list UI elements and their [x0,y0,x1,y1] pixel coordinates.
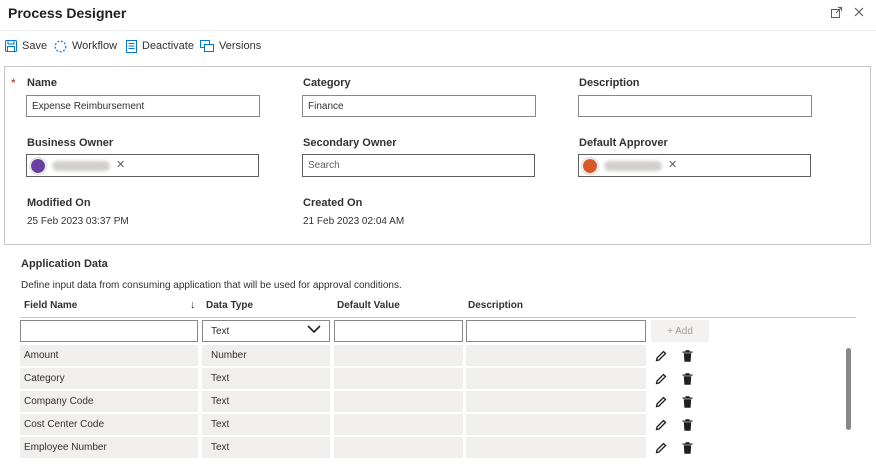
close-icon[interactable] [850,3,868,21]
description-label: Description [579,77,640,89]
data-type-cell[interactable]: Text [202,368,330,389]
description-field[interactable] [578,95,812,117]
delete-icon[interactable] [680,372,694,386]
versions-icon [200,40,214,52]
redacted-name [604,160,662,171]
delete-icon[interactable] [680,441,694,455]
popout-icon[interactable] [827,3,845,21]
created-on-value: 21 Feb 2023 02:04 AM [303,216,405,227]
edit-icon[interactable] [654,349,668,363]
new-default-value-input[interactable] [334,320,463,342]
default-approver-picker[interactable]: ✕ [578,154,811,177]
description-cell[interactable] [466,437,646,458]
data-type-cell[interactable]: Text [202,391,330,412]
edit-icon[interactable] [654,395,668,409]
column-header-field-name[interactable]: Field Name [24,300,77,311]
avatar [30,157,46,174]
modified-on-label: Modified On [27,197,91,209]
description-cell[interactable] [466,345,646,366]
default-approver-label: Default Approver [579,137,668,149]
category-value: Finance [308,100,344,112]
category-field[interactable]: Finance [302,95,536,117]
delete-icon[interactable] [680,349,694,363]
created-on-label: Created On [303,197,363,209]
edit-icon[interactable] [654,441,668,455]
secondary-owner-search-input[interactable]: Search [302,154,535,177]
window-title: Process Designer [8,5,127,21]
sort-down-icon[interactable]: ↓ [190,299,196,311]
deactivate-label: Deactivate [142,40,194,52]
delete-icon[interactable] [680,395,694,409]
default-value-cell[interactable] [334,414,463,435]
business-owner-picker[interactable]: ✕ [26,154,259,177]
delete-icon[interactable] [680,418,694,432]
edit-icon[interactable] [654,372,668,386]
business-owner-label: Business Owner [27,137,114,149]
edit-icon[interactable] [654,418,668,432]
default-approver-chip[interactable]: ✕ [582,157,677,175]
workflow-button[interactable]: Workflow [54,38,117,54]
field-name-cell[interactable]: Amount [20,345,198,366]
remove-owner-icon[interactable]: ✕ [116,160,125,171]
modified-on-value: 25 Feb 2023 03:37 PM [27,216,129,227]
save-button[interactable]: Save [5,38,47,54]
default-value-cell[interactable] [334,391,463,412]
chevron-down-icon [307,325,321,337]
secondary-owner-label: Secondary Owner [303,137,397,149]
column-header-default-value[interactable]: Default Value [337,300,400,311]
application-data-title: Application Data [21,258,108,270]
versions-label: Versions [219,40,262,52]
remove-approver-icon[interactable]: ✕ [668,160,677,171]
application-data-description: Define input data from consuming applica… [21,280,402,291]
business-owner-chip[interactable]: ✕ [30,157,125,175]
data-type-cell[interactable]: Text [202,437,330,458]
default-value-cell[interactable] [334,437,463,458]
header-divider [20,317,856,318]
field-name-cell[interactable]: Category [20,368,198,389]
field-name-cell[interactable]: Employee Number [20,437,198,458]
description-cell[interactable] [466,391,646,412]
versions-button[interactable]: Versions [200,38,261,54]
search-placeholder: Search [308,160,340,171]
save-icon [5,40,17,52]
name-label: Name [27,77,57,89]
redacted-name [52,160,110,171]
command-bar: Save Workflow Deactivate Versions [0,30,876,60]
required-marker: * [11,76,16,90]
new-description-input[interactable] [466,320,646,342]
new-field-name-input[interactable] [20,320,198,342]
default-value-cell[interactable] [334,345,463,366]
column-header-data-type[interactable]: Data Type [206,300,253,311]
data-type-cell[interactable]: Text [202,414,330,435]
new-data-type-select[interactable]: Text [202,320,330,342]
document-icon [126,39,137,53]
vertical-scrollbar[interactable] [846,348,851,430]
name-field[interactable]: Expense Reimbursement [26,95,260,117]
field-name-cell[interactable]: Cost Center Code [20,414,198,435]
column-header-description[interactable]: Description [468,300,523,311]
default-value-cell[interactable] [334,368,463,389]
add-button[interactable]: + Add [651,320,709,342]
category-label: Category [303,77,351,89]
deactivate-button[interactable]: Deactivate [126,38,194,54]
description-cell[interactable] [466,368,646,389]
field-name-cell[interactable]: Company Code [20,391,198,412]
name-value: Expense Reimbursement [32,100,145,112]
description-cell[interactable] [466,414,646,435]
save-label: Save [22,40,48,52]
workflow-icon [54,40,67,53]
workflow-label: Workflow [72,40,118,52]
avatar [582,157,598,174]
data-type-selected: Text [211,325,230,337]
data-type-cell[interactable]: Number [202,345,330,366]
